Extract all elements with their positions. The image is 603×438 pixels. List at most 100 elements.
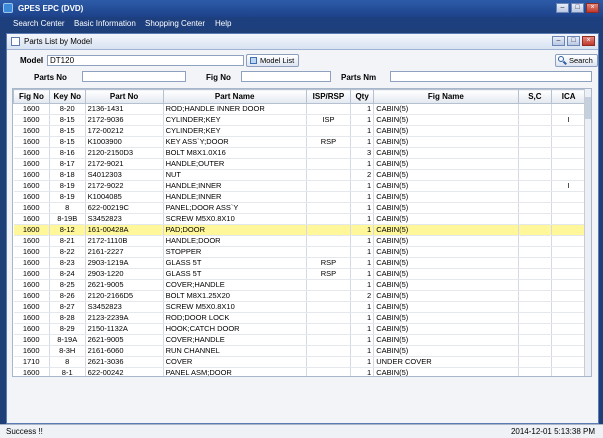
table-cell — [306, 213, 352, 225]
table-cell: CABIN(5) — [373, 202, 519, 214]
table-row[interactable]: 1600 8-17 2172-9021 HANDLE;OUTER 1 CABIN(5) — [13, 158, 586, 170]
table-cell: COVER;HANDLE — [163, 279, 307, 291]
table-cell — [518, 213, 553, 225]
window-maximize-icon[interactable]: □ — [567, 36, 580, 46]
col-fig-name[interactable]: Fig Name — [373, 89, 519, 104]
table-cell: 1 — [350, 158, 375, 170]
table-row[interactable]: 1600 8-19A 2621-9005 COVER;HANDLE 1 CABIN(5) — [13, 334, 586, 346]
table-cell — [551, 367, 586, 376]
close-icon[interactable]: × — [586, 3, 599, 13]
col-qty[interactable]: Qty — [350, 89, 375, 104]
fig-no-input[interactable] — [241, 71, 331, 82]
table-row[interactable]: 1600 8-28 2123-2239A ROD;DOOR LOCK 1 CABIN(5) — [13, 312, 586, 324]
table-row[interactable]: 1710 8 2621-3036 COVER 1 UNDER COVER — [13, 356, 586, 368]
table-cell: CABIN(5) — [373, 136, 519, 148]
table-cell — [518, 191, 553, 203]
table-row[interactable]: 1600 8-16 2120-2150D3 BOLT M8X1.0X16 3 CABIN(… — [13, 147, 586, 159]
table-cell: 1 — [350, 356, 375, 368]
parts-nm-label: Parts Nm — [341, 73, 377, 82]
table-cell: CABIN(5) — [373, 301, 519, 313]
table-row[interactable]: 1600 8-25 2621-9005 COVER;HANDLE 1 CABIN(5) — [13, 279, 586, 291]
table-cell — [518, 125, 553, 137]
table-row[interactable]: 1600 8-22 2161-2227 STOPPER 1 CABIN(5) — [13, 246, 586, 258]
table-cell: ROD;DOOR LOCK — [163, 312, 307, 324]
table-row[interactable]: 1600 8-19 K1004085 HANDLE;INNER 1 CABIN(5) — [13, 191, 586, 203]
table-cell: CABIN(5) — [373, 367, 519, 376]
table-cell: 1600 — [13, 246, 50, 258]
table-cell: BOLT M8X1.0X16 — [163, 147, 307, 159]
table-cell: PAD;DOOR — [163, 224, 307, 236]
model-input[interactable]: DT120 — [47, 55, 244, 66]
parts-nm-input[interactable] — [390, 71, 592, 82]
table-cell — [551, 323, 586, 335]
window-minimize-icon[interactable]: – — [552, 36, 565, 46]
scroll-thumb[interactable] — [585, 97, 591, 119]
col-isp-rsp[interactable]: ISP/RSP — [305, 89, 352, 104]
table-row[interactable]: 1600 8 622-00219C PANEL;DOOR ASS`Y 1 CABIN(5) — [13, 202, 586, 214]
table-cell: CABIN(5) — [373, 169, 519, 181]
table-cell: 1 — [350, 301, 375, 313]
table-row[interactable]: 1600 8-23 2903-1219A GLASS 5T RSP 1 CABIN(5) — [13, 257, 586, 269]
table-cell — [551, 103, 586, 115]
table-cell — [551, 147, 586, 159]
vertical-scrollbar[interactable] — [584, 89, 591, 376]
table-row[interactable]: 1600 8-29 2150-1132A HOOK;CATCH DOOR 1 CABIN(… — [13, 323, 586, 335]
table-row[interactable]: 1600 8-21 2172-1110B HANDLE;DOOR 1 CABIN(5) — [13, 235, 586, 247]
model-list-button[interactable]: Model List — [246, 54, 300, 67]
table-cell: 2161-6060 — [85, 345, 164, 357]
col-part-name[interactable]: Part Name — [162, 89, 307, 104]
table-cell — [306, 246, 352, 258]
table-cell: CABIN(5) — [373, 246, 519, 258]
menu-shopping-center[interactable]: Shopping Center — [145, 19, 205, 28]
table-cell: CABIN(5) — [373, 147, 519, 159]
table-row[interactable]: 1600 8-19 2172-9022 HANDLE;INNER 1 CABIN(5) I — [13, 180, 586, 192]
menu-basic-information[interactable]: Basic Information — [74, 19, 136, 28]
table-cell: 2621-9005 — [85, 334, 164, 346]
menu-search-center[interactable]: Search Center — [13, 19, 65, 28]
table-cell — [306, 235, 352, 247]
table-row[interactable]: 1600 8-19B S3452823 SCREW M5X0.8X10 1 CABIN(5… — [13, 213, 586, 225]
col-ica[interactable]: ICA — [551, 89, 586, 104]
table-row[interactable]: 1600 8-1 622-00242 PANEL ASM;DOOR 1 CABIN(5) — [13, 367, 586, 376]
table-cell: 1600 — [13, 345, 50, 357]
table-cell: 1600 — [13, 323, 50, 335]
maximize-icon[interactable]: □ — [571, 3, 584, 13]
table-cell: 8-16 — [49, 147, 86, 159]
table-cell: 1600 — [13, 136, 50, 148]
search-button[interactable]: Search — [555, 54, 598, 67]
menu-help[interactable]: Help — [215, 19, 231, 28]
table-cell: 1600 — [13, 290, 50, 302]
table-row[interactable]: 1600 8-20 2136-1431 ROD;HANDLE INNER DOOR 1 C… — [13, 103, 586, 115]
table-row[interactable]: 1600 8-15 172-00212 CYLINDER;KEY 1 CABIN(5) — [13, 125, 586, 137]
table-cell — [518, 279, 553, 291]
window-close-icon[interactable]: × — [582, 36, 595, 46]
col-sc[interactable]: S,C — [517, 89, 553, 104]
table-row[interactable]: 1600 8-27 S3452823 SCREW M5X0.8X10 1 CABIN(5) — [13, 301, 586, 313]
table-row[interactable]: 1600 8-18 S4012303 NUT 2 CABIN(5) — [13, 169, 586, 181]
table-row[interactable]: 1600 8-12 161-00428A PAD;DOOR 1 CABIN(5) — [13, 224, 586, 236]
table-cell: 1600 — [13, 158, 50, 170]
table-row[interactable]: 1600 8-26 2120-2166D5 BOLT M8X1.25X20 2 CABIN… — [13, 290, 586, 302]
minimize-icon[interactable]: – — [556, 3, 569, 13]
table-cell: 8-19 — [49, 180, 86, 192]
col-key-no[interactable]: Key No — [48, 89, 86, 104]
table-cell: SCREW M5X0.8X10 — [163, 213, 307, 225]
table-cell: 2621-9005 — [85, 279, 164, 291]
table-row[interactable]: 1600 8-15 2172-9036 CYLINDER;KEY ISP 1 CABIN(5… — [13, 114, 586, 126]
table-cell: 8-28 — [49, 312, 86, 324]
col-fig-no[interactable]: Fig No — [13, 89, 50, 104]
parts-no-label: Parts No — [34, 73, 67, 82]
table-cell: S3452823 — [85, 301, 164, 313]
table-cell — [518, 202, 553, 214]
table-cell: 1 — [350, 202, 375, 214]
table-row[interactable]: 1600 8-24 2903-1220 GLASS 5T RSP 1 CABIN(5) — [13, 268, 586, 280]
table-cell: 1600 — [13, 224, 50, 236]
table-cell: ROD;HANDLE INNER DOOR — [163, 103, 307, 115]
table-cell — [551, 279, 586, 291]
col-part-no[interactable]: Part No — [84, 89, 164, 104]
parts-no-input[interactable] — [82, 71, 186, 82]
table-row[interactable]: 1600 8-3H 2161-6060 RUN CHANNEL 1 CABIN(5) — [13, 345, 586, 357]
table-cell: 2120-2150D3 — [85, 147, 164, 159]
table-row[interactable]: 1600 8-15 K1003900 KEY ASS`Y;DOOR RSP 1 CABIN(… — [13, 136, 586, 148]
table-cell: CABIN(5) — [373, 114, 519, 126]
